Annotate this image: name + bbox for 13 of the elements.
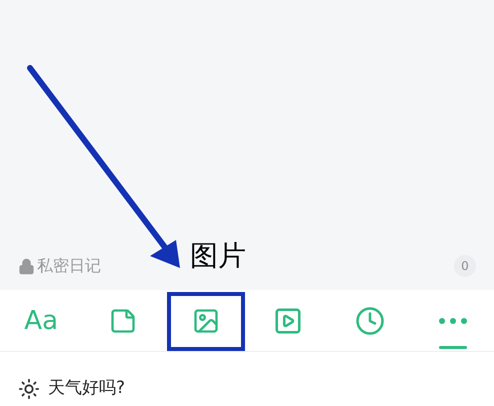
more-icon — [438, 318, 467, 324]
word-count: 0 — [454, 255, 476, 277]
video-icon — [273, 306, 304, 336]
lock-icon — [18, 258, 35, 274]
clock-icon — [355, 306, 386, 336]
sun-icon — [18, 378, 40, 400]
weather-prompt: 天气好吗? — [48, 377, 126, 400]
font-button-label: Aa — [24, 308, 58, 334]
image-icon — [192, 306, 220, 334]
annotation-label: 图片 — [190, 242, 246, 270]
note-icon — [109, 306, 138, 334]
font-button[interactable]: Aa — [11, 296, 72, 346]
privacy-label: 私密日记 — [37, 255, 101, 277]
